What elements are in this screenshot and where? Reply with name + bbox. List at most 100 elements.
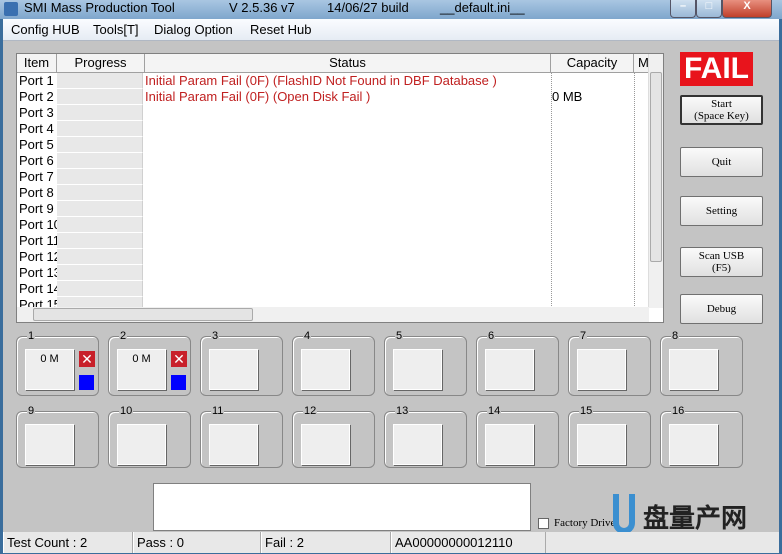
port-button[interactable] (393, 349, 442, 390)
port-item: Port 2 (19, 89, 54, 104)
result-indicator: FAIL (680, 52, 753, 86)
table-row[interactable]: Port 9 (17, 201, 649, 217)
col-item[interactable]: Item (17, 54, 57, 73)
port-group-2: 2 0 M ✕ (108, 330, 191, 396)
port-button[interactable]: 0 M (25, 349, 74, 390)
port-number: 15 (579, 405, 594, 417)
progress-cell (57, 137, 143, 153)
port-button[interactable] (485, 349, 534, 390)
message-box[interactable] (153, 483, 531, 531)
table-row[interactable]: Port 11 (17, 233, 649, 249)
progress-cell (57, 153, 143, 169)
port-group-6: 6 (476, 330, 559, 396)
table-row[interactable]: Port 5 (17, 137, 649, 153)
horizontal-scrollbar[interactable] (17, 307, 649, 322)
table-row[interactable]: Port 13 (17, 265, 649, 281)
status-bar: Test Count : 2 Pass : 0 Fail : 2 AA00000… (3, 532, 779, 553)
close-button[interactable]: X (722, 0, 772, 18)
table-row[interactable]: Port 8 (17, 185, 649, 201)
version: V 2.5.36 v7 (229, 0, 295, 15)
progress-cell (57, 265, 143, 281)
factory-driver-checkbox[interactable] (538, 518, 549, 529)
progress-cell (57, 249, 143, 265)
port-button[interactable] (393, 424, 442, 465)
minimize-button[interactable]: – (670, 0, 696, 18)
port-group-15: 15 (568, 405, 651, 468)
vertical-scrollbar[interactable] (648, 54, 663, 308)
port-item: Port 1 (19, 73, 54, 88)
port-item: Port 4 (19, 121, 54, 136)
fail-x-icon: ✕ (79, 351, 95, 367)
quit-button[interactable]: Quit (680, 147, 763, 177)
table-row[interactable]: Port 10 (17, 217, 649, 233)
pass-count: Pass : 0 (133, 532, 261, 553)
col-progress[interactable]: Progress (57, 54, 145, 73)
app-title: SMI Mass Production Tool (24, 0, 175, 15)
table-row[interactable]: Port 12 (17, 249, 649, 265)
maximize-button[interactable]: □ (696, 0, 722, 18)
port-number: 7 (579, 330, 588, 342)
menu-reset-hub[interactable]: Reset Hub (250, 22, 311, 37)
col-m[interactable]: M (634, 54, 649, 73)
port-button[interactable] (117, 424, 166, 465)
col-status[interactable]: Status (145, 54, 551, 73)
port-group-8: 8 (660, 330, 743, 396)
port-item: Port 8 (19, 185, 54, 200)
port-button[interactable] (209, 349, 258, 390)
port-group-5: 5 (384, 330, 467, 396)
port-list[interactable]: Item Progress Status Capacity M Port 1 I… (16, 53, 664, 323)
table-row[interactable]: Port 2 Initial Param Fail (0F) (Open Dis… (17, 89, 649, 105)
progress-cell (57, 105, 143, 121)
progress-cell (57, 185, 143, 201)
setting-button[interactable]: Setting (680, 196, 763, 226)
scan-usb-button[interactable]: Scan USB (F5) (680, 247, 763, 277)
port-item: Port 9 (19, 201, 54, 216)
menu-config-hub[interactable]: Config HUB (11, 22, 80, 37)
ini-file: __default.ini__ (440, 0, 525, 15)
title-bar: SMI Mass Production Tool V 2.5.36 v7 14/… (0, 0, 782, 19)
scroll-thumb[interactable] (33, 308, 253, 321)
table-row[interactable]: Port 1 Initial Param Fail (0F) (FlashID … (17, 73, 649, 89)
table-row[interactable]: Port 14 (17, 281, 649, 297)
table-row[interactable]: Port 7 (17, 169, 649, 185)
port-group-1: 1 0 M ✕ (16, 330, 99, 396)
port-number: 6 (487, 330, 496, 342)
scroll-thumb[interactable] (650, 72, 662, 262)
progress-cell (57, 89, 143, 105)
table-row[interactable]: Port 6 (17, 153, 649, 169)
port-button[interactable] (577, 349, 626, 390)
port-button[interactable] (209, 424, 258, 465)
col-capacity[interactable]: Capacity (551, 54, 634, 73)
port-number: 4 (303, 330, 312, 342)
port-item: Port 13 (19, 265, 61, 280)
progress-cell (57, 73, 143, 89)
port-button[interactable] (301, 349, 350, 390)
port-item: Port 11 (19, 233, 60, 248)
menu-tools[interactable]: Tools[T] (93, 22, 139, 37)
start-button[interactable]: Start (Space Key) (680, 95, 763, 125)
port-item: Port 3 (19, 105, 54, 120)
port-group-16: 16 (660, 405, 743, 468)
table-row[interactable]: Port 4 (17, 121, 649, 137)
port-number: 8 (671, 330, 680, 342)
port-button[interactable] (485, 424, 534, 465)
table-row[interactable]: Port 3 (17, 105, 649, 121)
menu-dialog-option[interactable]: Dialog Option (154, 22, 233, 37)
port-button[interactable] (301, 424, 350, 465)
port-number: 11 (211, 405, 225, 417)
port-button[interactable] (577, 424, 626, 465)
port-button[interactable] (669, 424, 718, 465)
port-number: 9 (27, 405, 36, 417)
port-button[interactable]: 0 M (117, 349, 166, 390)
port-button[interactable] (669, 349, 718, 390)
status-cell: Initial Param Fail (0F) (Open Disk Fail … (145, 89, 371, 104)
port-number: 2 (119, 330, 128, 342)
port-group-12: 12 (292, 405, 375, 468)
port-number: 13 (395, 405, 410, 417)
fail-x-icon: ✕ (171, 351, 187, 367)
debug-button[interactable]: Debug (680, 294, 763, 324)
progress-cell (57, 201, 143, 217)
port-button[interactable] (25, 424, 74, 465)
main-window: Config HUB Tools[T] Dialog Option Reset … (3, 19, 779, 553)
port-item: Port 5 (19, 137, 54, 152)
